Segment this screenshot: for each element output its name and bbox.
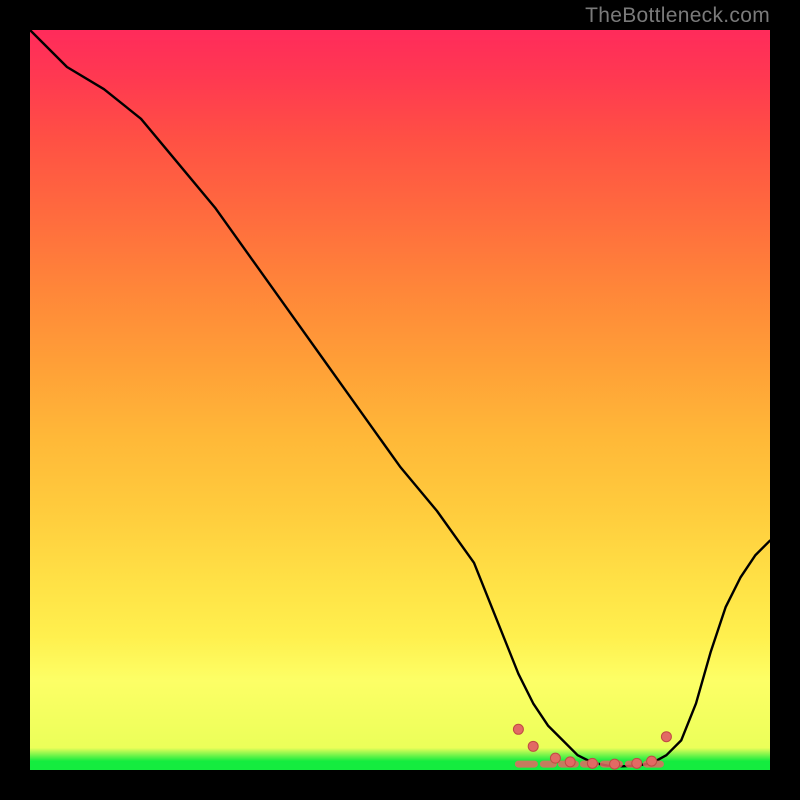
marker-dot: [632, 758, 642, 768]
marker-dot: [587, 758, 597, 768]
marker-dot: [661, 732, 671, 742]
watermark-text: TheBottleneck.com: [585, 4, 770, 28]
marker-dot: [513, 724, 523, 734]
marker-dot: [647, 756, 657, 766]
marker-dot: [565, 757, 575, 767]
bottleneck-curve-path: [30, 30, 770, 766]
marker-dot: [550, 753, 560, 763]
bottleneck-curve-svg: [30, 30, 770, 770]
marker-dot: [610, 759, 620, 769]
plot-area: [30, 30, 770, 770]
chart-frame: TheBottleneck.com: [0, 0, 800, 800]
marker-dot: [528, 741, 538, 751]
